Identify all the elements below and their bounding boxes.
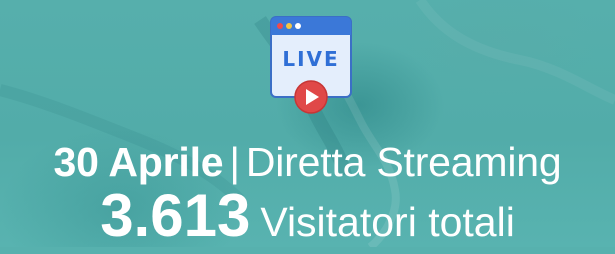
event-subtitle: Diretta Streaming: [245, 139, 562, 185]
event-date: 30 Aprile: [53, 139, 224, 185]
window-dot-red-icon: [277, 23, 283, 29]
event-title: 30 Aprile | Diretta Streaming: [0, 138, 615, 186]
window-dot-yellow-icon: [286, 23, 292, 29]
visitors-count: 3.613: [100, 182, 251, 249]
visitors-label: Visitatori totali: [260, 199, 515, 245]
title-separator: |: [229, 139, 240, 185]
live-text: LIVE: [282, 47, 339, 71]
window-dot-white-icon: [295, 23, 301, 29]
live-stream-icon: LIVE: [269, 15, 353, 116]
visitors-stat: 3.613 Visitatori totali: [0, 184, 615, 254]
